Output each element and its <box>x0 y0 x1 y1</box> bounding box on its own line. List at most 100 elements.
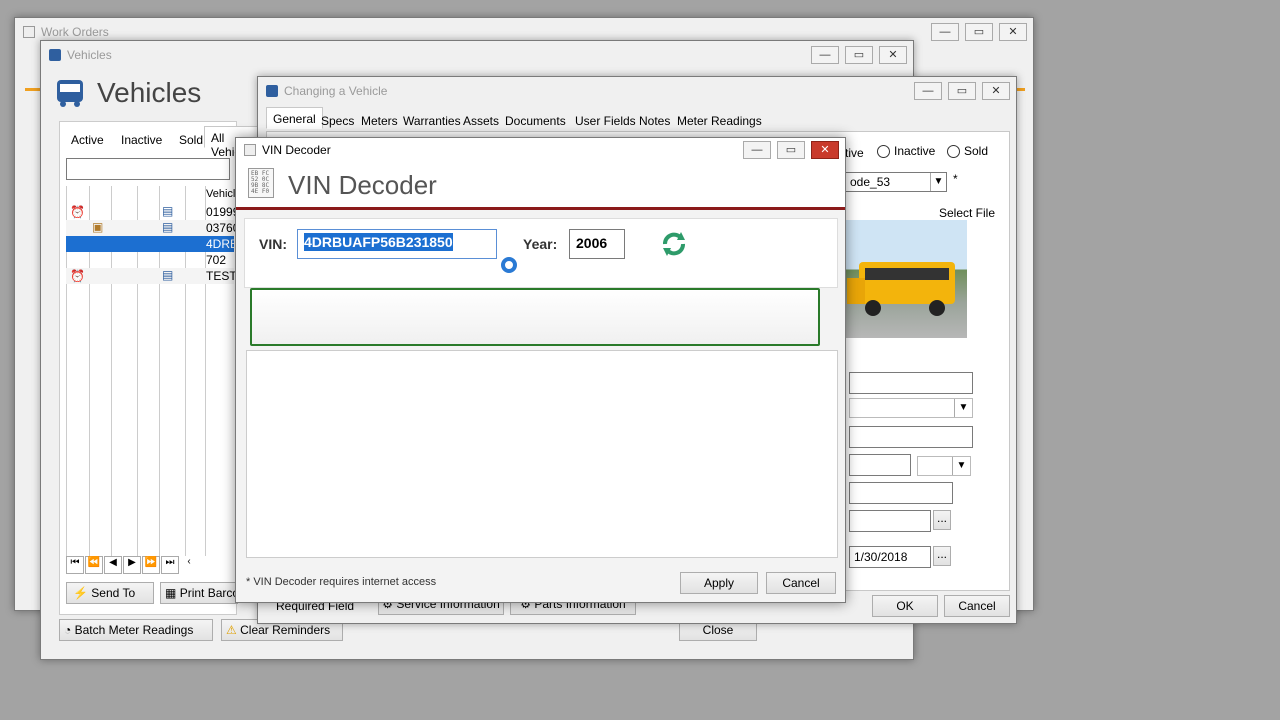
minimize-button[interactable]: — <box>743 141 771 159</box>
vin-title: VIN Decoder <box>262 143 331 157</box>
minimize-button[interactable]: — <box>811 46 839 64</box>
table-row[interactable]: ⏰ ▤ 01999 <box>66 204 239 220</box>
next-record-button[interactable]: ▶ <box>123 556 141 574</box>
maximize-button[interactable]: ▭ <box>948 82 976 100</box>
vin-small-icon <box>244 144 256 156</box>
minimize-button[interactable]: — <box>931 23 959 41</box>
bus-large-icon <box>57 80 83 107</box>
clipboard-icon: ▣ <box>92 220 104 234</box>
ok-button[interactable]: OK <box>872 595 938 617</box>
bus-icon <box>49 49 61 61</box>
next-page-button[interactable]: ⏩ <box>142 556 160 574</box>
prev-page-button[interactable]: ⏪ <box>85 556 103 574</box>
vehicles-heading: Vehicles <box>97 77 202 108</box>
document-icon: ▤ <box>162 204 174 218</box>
send-to-label: Send To <box>91 586 136 600</box>
tab-documents[interactable]: Documents <box>498 109 573 131</box>
date-input[interactable]: 1/30/2018 <box>849 546 931 568</box>
year-value: 2006 <box>576 235 608 251</box>
close-button[interactable]: ✕ <box>982 82 1010 100</box>
vehicles-window-buttons: — ▭ ✕ <box>811 46 907 64</box>
table-row[interactable]: ▣ ▤ 03760 <box>66 220 239 236</box>
clear-label: Clear Reminders <box>240 623 331 637</box>
required-star: * <box>953 172 958 186</box>
alarm-icon: ⏰ <box>70 205 85 219</box>
table-row-selected[interactable]: 4DRB <box>66 236 238 252</box>
batch-label: Batch Meter Readings <box>74 623 194 637</box>
maximize-button[interactable]: ▭ <box>777 141 805 159</box>
school-bus-image <box>847 262 955 316</box>
inactive-label: Inactive <box>894 144 936 158</box>
gauge-icon: ◔ <box>64 623 72 637</box>
field-4-unit-select[interactable]: ▼ <box>917 456 971 476</box>
work-orders-title: Work Orders <box>41 25 109 39</box>
chevron-down-icon: ▼ <box>930 173 946 191</box>
field-6-input[interactable] <box>849 510 931 532</box>
close-button[interactable]: ✕ <box>999 23 1027 41</box>
vehicles-list-panel: Active Inactive Sold All Vehicles Vehicl… <box>59 121 263 615</box>
document-icon: ▤ <box>162 268 174 282</box>
apply-button[interactable]: Apply <box>680 572 758 594</box>
document-icon: ▤ <box>162 220 174 234</box>
code-select[interactable]: ode_53 ▼ <box>845 172 947 192</box>
chevron-down-icon: ▼ <box>952 457 970 475</box>
batch-meter-readings-button[interactable]: ◔ Batch Meter Readings <box>59 619 213 641</box>
close-button[interactable]: ✕ <box>879 46 907 64</box>
changing-titlebar: Changing a Vehicle <box>258 77 1016 105</box>
tab-inactive[interactable]: Inactive <box>114 128 169 150</box>
field-3-input[interactable] <box>849 426 973 448</box>
print-label: Print Barco <box>179 586 238 600</box>
changing-title: Changing a Vehicle <box>284 84 388 98</box>
maximize-button[interactable]: ▭ <box>965 23 993 41</box>
field-1-input[interactable] <box>849 372 973 394</box>
sold-label: Sold <box>964 144 989 158</box>
radio-icon <box>877 144 890 158</box>
vehicles-header: Vehicles <box>55 77 201 109</box>
vehicle-id: TEST <box>206 269 237 283</box>
minimize-button[interactable]: — <box>914 82 942 100</box>
lightning-icon: ⚡ <box>73 586 88 600</box>
changing-tabs: General Specs Meters Warranties Assets D… <box>266 107 1010 131</box>
vin-form: VIN: 4DRBUAFP56B231850 Year: 2006 <box>244 218 838 288</box>
browse-button[interactable]: ... <box>933 510 951 530</box>
vehicles-search-input[interactable] <box>66 158 230 180</box>
code-value: ode_53 <box>850 175 891 189</box>
work-orders-window-buttons: — ▭ ✕ <box>931 23 1027 41</box>
table-row[interactable]: ⏰ ▤ TEST <box>66 268 237 284</box>
status-inactive-radio[interactable]: Inactive <box>877 144 935 158</box>
prev-record-button[interactable]: ◀ <box>104 556 122 574</box>
select-file-link[interactable]: Select File <box>939 206 995 220</box>
vin-window-buttons: — ▭ ✕ <box>743 141 839 159</box>
field-4-input[interactable] <box>849 454 911 476</box>
scroll-left-button[interactable]: ‹ <box>180 556 198 574</box>
date-picker-button[interactable]: ... <box>933 546 951 566</box>
vehicle-id: 702 <box>206 253 227 267</box>
tab-active[interactable]: Active <box>64 128 111 150</box>
vin-value: 4DRBUAFP56B231850 <box>304 233 453 251</box>
vin-input[interactable]: 4DRBUAFP56B231850 <box>297 229 497 259</box>
vin-status-box <box>250 288 820 346</box>
vin-header: EB FC 52 0C 9B 8C 4E F0 VIN Decoder <box>236 162 845 210</box>
warning-icon: ⚠ <box>226 623 237 637</box>
vehicle-photo <box>845 220 967 338</box>
tab-meter-readings[interactable]: Meter Readings <box>670 109 769 131</box>
status-sold-radio[interactable]: Sold <box>947 144 988 158</box>
field-5-input[interactable] <box>849 482 953 504</box>
close-button[interactable]: ✕ <box>811 141 839 159</box>
refresh-icon[interactable] <box>657 227 691 261</box>
vin-cancel-button[interactable]: Cancel <box>766 572 836 594</box>
last-record-button[interactable]: ⏭ <box>161 556 179 574</box>
work-orders-icon <box>23 26 35 38</box>
maximize-button[interactable]: ▭ <box>845 46 873 64</box>
vehicle-id: 4DRB <box>206 237 239 251</box>
table-row[interactable]: 702 <box>66 252 234 268</box>
field-2-select[interactable]: ▼ <box>849 398 973 418</box>
print-barcode-button[interactable]: ▦ Print Barco <box>160 582 238 604</box>
vehicles-titlebar: Vehicles <box>41 41 913 69</box>
vin-label: VIN: <box>259 236 287 252</box>
send-to-button[interactable]: ⚡ Send To <box>66 582 154 604</box>
year-input[interactable]: 2006 <box>569 229 625 259</box>
year-label: Year: <box>523 236 558 252</box>
first-record-button[interactable]: ⏮ <box>66 556 84 574</box>
changing-cancel-button[interactable]: Cancel <box>944 595 1010 617</box>
